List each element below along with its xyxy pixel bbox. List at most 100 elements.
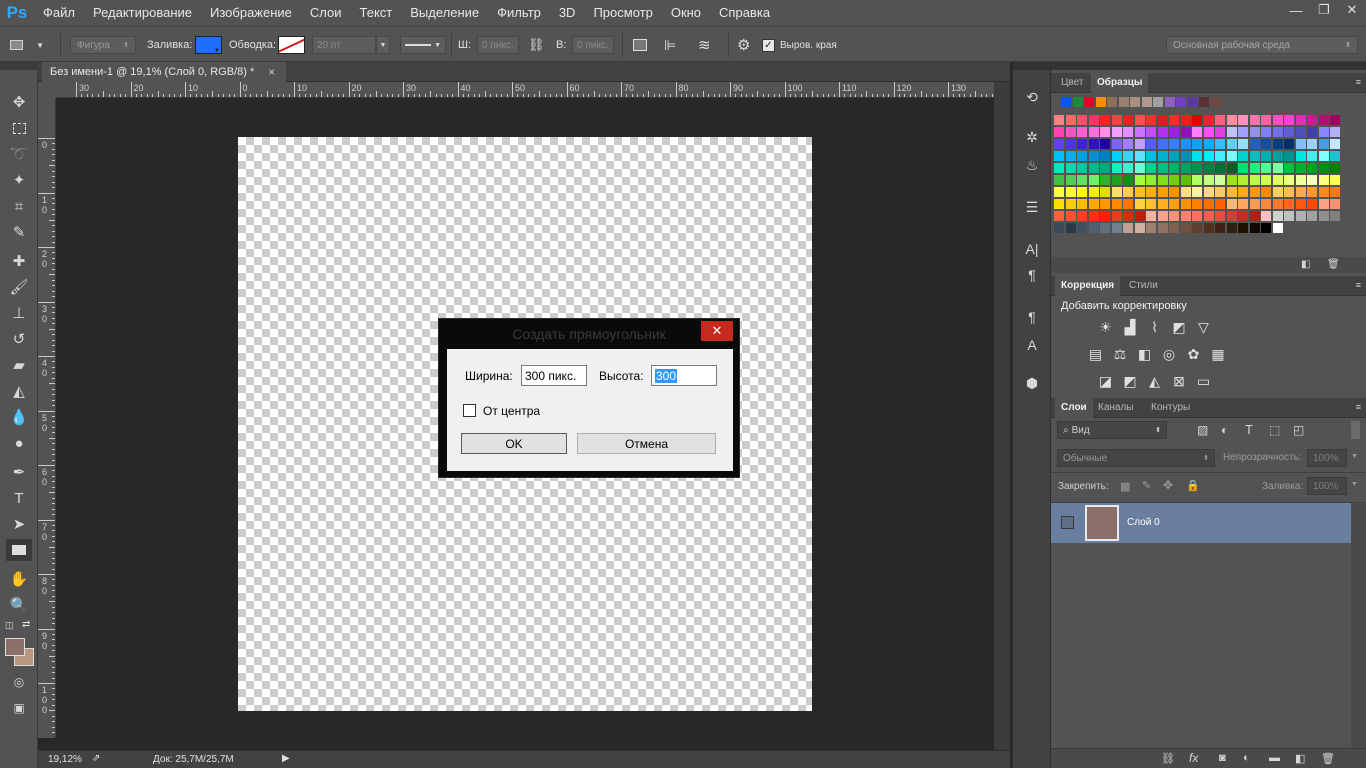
character-panel-icon[interactable]: A|	[1019, 238, 1045, 260]
swatch[interactable]	[1169, 115, 1179, 125]
swatch[interactable]	[1284, 199, 1294, 209]
swatch[interactable]	[1261, 187, 1271, 197]
path-arrangement-icon[interactable]: ≋	[698, 36, 711, 54]
swatch[interactable]	[1088, 115, 1099, 125]
swatch[interactable]	[1261, 163, 1271, 173]
swatch[interactable]	[1054, 175, 1064, 185]
vibrance-icon[interactable]: ▽	[1195, 319, 1212, 335]
swatch[interactable]	[1307, 127, 1317, 137]
swatch[interactable]	[1072, 97, 1083, 107]
tool-preset-picker[interactable]: ▼	[10, 27, 44, 63]
color-balance-icon[interactable]: ⚖	[1112, 346, 1129, 362]
swatch[interactable]	[1134, 127, 1145, 137]
menu-item-0[interactable]: Файл	[34, 0, 84, 26]
swatch[interactable]	[1261, 199, 1271, 209]
swatch[interactable]	[1088, 163, 1099, 173]
swatch[interactable]	[1065, 127, 1076, 137]
new-adjustment-layer-icon[interactable]: ◐	[1243, 752, 1250, 764]
swatch[interactable]	[1088, 151, 1099, 161]
swatch[interactable]	[1180, 115, 1191, 125]
swatch[interactable]	[1203, 187, 1214, 197]
swatch[interactable]	[1054, 127, 1064, 137]
paint-bucket-tool-icon[interactable]: ◭	[6, 380, 32, 402]
swatch[interactable]	[1157, 175, 1168, 185]
swatch[interactable]	[1134, 139, 1145, 149]
hue-saturation-icon[interactable]: ▤	[1087, 346, 1104, 362]
swatch[interactable]	[1111, 175, 1122, 185]
swatch[interactable]	[1054, 187, 1064, 197]
swatch[interactable]	[1088, 223, 1099, 233]
swatch[interactable]	[1065, 211, 1076, 221]
swatch[interactable]	[1088, 127, 1099, 137]
swatch[interactable]	[1192, 175, 1202, 185]
lasso-tool-icon[interactable]: ➰	[6, 143, 32, 165]
swatch[interactable]	[1203, 115, 1214, 125]
swatch[interactable]	[1307, 187, 1317, 197]
swatch[interactable]	[1054, 139, 1064, 149]
from-center-checkbox[interactable]	[463, 404, 476, 417]
layer-filter-select[interactable]: ⌕ Вид ⬍	[1057, 421, 1167, 439]
swatch[interactable]	[1238, 163, 1248, 173]
tab-adjustments[interactable]: Коррекция	[1055, 276, 1121, 296]
swatch[interactable]	[1238, 211, 1248, 221]
swatch[interactable]	[1330, 187, 1340, 197]
swatch[interactable]	[1284, 139, 1294, 149]
swatch[interactable]	[1146, 175, 1156, 185]
swatch[interactable]	[1215, 175, 1225, 185]
swatch[interactable]	[1054, 199, 1064, 209]
channel-mixer-icon[interactable]: ✿	[1185, 346, 1202, 362]
swatch[interactable]	[1088, 199, 1099, 209]
swatch[interactable]	[1192, 115, 1202, 125]
swatch[interactable]	[1054, 223, 1064, 233]
clone-source-icon[interactable]: ♨	[1019, 154, 1045, 176]
swatch[interactable]	[1249, 211, 1260, 221]
swatch[interactable]	[1272, 127, 1283, 137]
swap-colors-icon[interactable]: ⇄	[22, 619, 30, 630]
swatch[interactable]	[1134, 187, 1145, 197]
swatch[interactable]	[1330, 163, 1340, 173]
invert-icon[interactable]: ◪	[1097, 373, 1114, 389]
swatch[interactable]	[1215, 127, 1225, 137]
filter-pixel-icon[interactable]: ▨	[1197, 423, 1208, 437]
swatch[interactable]	[1284, 187, 1294, 197]
tab-paths[interactable]: Контуры	[1145, 398, 1196, 418]
swatch[interactable]	[1238, 199, 1248, 209]
from-center-label[interactable]: От центра	[483, 404, 540, 418]
swatch[interactable]	[1318, 139, 1329, 149]
swatch[interactable]	[1295, 139, 1306, 149]
panel-menu-icon[interactable]: ≡	[1356, 77, 1361, 87]
paragraph-panel-icon[interactable]: ¶	[1019, 264, 1045, 286]
type-tool-icon[interactable]: T	[6, 487, 32, 509]
threshold-icon[interactable]: ◭	[1146, 373, 1163, 389]
marquee-tool-icon[interactable]	[6, 117, 32, 139]
swatch[interactable]	[1203, 223, 1214, 233]
swatch[interactable]	[1192, 163, 1202, 173]
swatch[interactable]	[1295, 211, 1306, 221]
swatch[interactable]	[1307, 199, 1317, 209]
workspace-select[interactable]: Основная рабочая среда ⬍	[1166, 36, 1358, 54]
swatch[interactable]	[1249, 199, 1260, 209]
history-panel-icon[interactable]: ⟲	[1019, 86, 1045, 108]
swatch[interactable]	[1077, 223, 1087, 233]
swatch[interactable]	[1210, 97, 1221, 107]
menu-item-10[interactable]: Справка	[710, 0, 779, 26]
swatch[interactable]	[1146, 151, 1156, 161]
filter-toggle[interactable]	[1351, 421, 1360, 439]
swatch[interactable]	[1215, 223, 1225, 233]
lock-pixels-icon[interactable]: ✎	[1142, 479, 1151, 492]
menu-item-7[interactable]: 3D	[550, 0, 585, 26]
swatch[interactable]	[1215, 115, 1225, 125]
swatch[interactable]	[1226, 199, 1237, 209]
swatch[interactable]	[1226, 175, 1237, 185]
swatch[interactable]	[1134, 163, 1145, 173]
new-swatch-icon[interactable]: ◧	[1301, 259, 1310, 270]
swatch[interactable]	[1100, 163, 1110, 173]
swatch[interactable]	[1077, 127, 1087, 137]
swatch[interactable]	[1330, 139, 1340, 149]
tab-styles[interactable]: Стили	[1123, 276, 1164, 296]
pen-tool-icon[interactable]: ✒	[6, 461, 32, 483]
swatch[interactable]	[1157, 199, 1168, 209]
layer-name[interactable]: Слой 0	[1127, 517, 1160, 528]
swatch[interactable]	[1272, 139, 1283, 149]
swatch[interactable]	[1226, 115, 1237, 125]
